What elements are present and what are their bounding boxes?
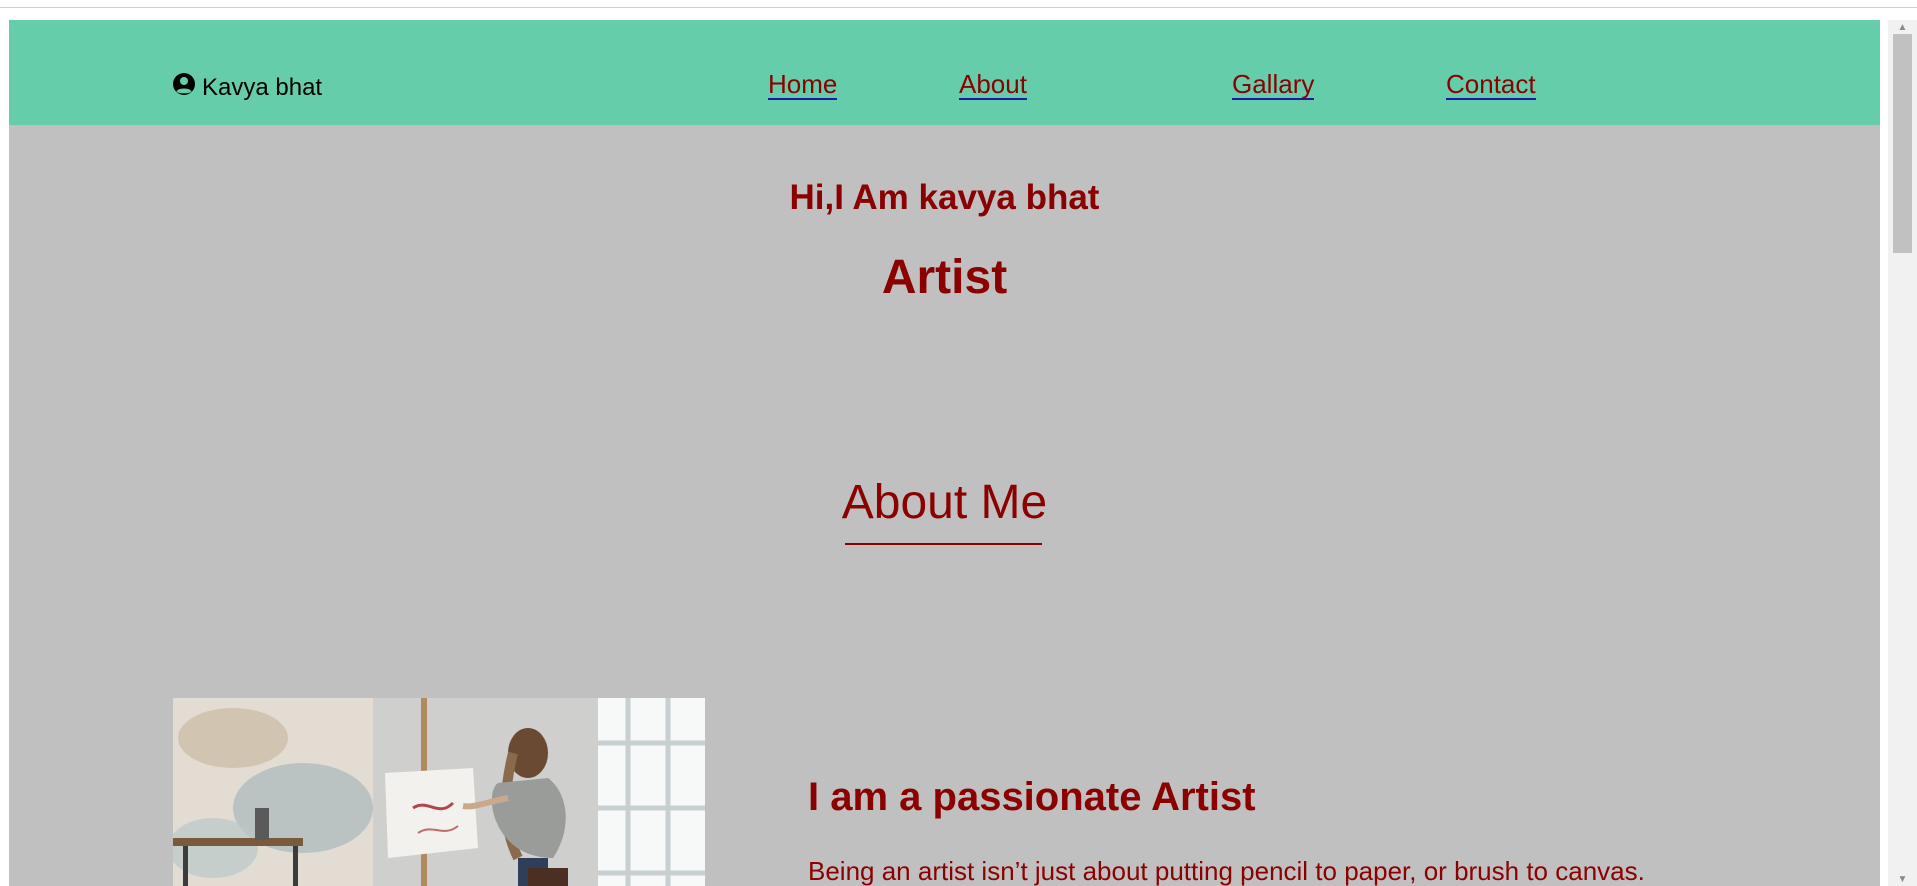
page-scrollbar[interactable]: ▲ ▼ — [1888, 20, 1917, 886]
scrollbar-thumb[interactable] — [1893, 34, 1912, 253]
hero-role: Artist — [881, 251, 1008, 304]
about-section-title: About Me — [841, 476, 1048, 529]
hero-greeting: Hi,I Am kavya bhat — [789, 178, 1100, 217]
user-circle-icon — [172, 72, 196, 103]
nav-link-home[interactable]: Home — [768, 70, 838, 100]
about-paragraph: Being an artist isn’t just about putting… — [808, 856, 1645, 886]
scroll-down-arrow-icon[interactable]: ▼ — [1888, 872, 1917, 886]
about-title-underline — [845, 543, 1042, 545]
brand[interactable]: Kavya bhat — [172, 72, 322, 103]
artist-painting-photo — [173, 698, 705, 886]
nav-link-contact[interactable]: Contact — [1446, 70, 1536, 100]
nav-link-about[interactable]: About — [959, 70, 1027, 100]
browser-top-edge — [0, 0, 1917, 8]
nav-link-gallary[interactable]: Gallary — [1232, 70, 1315, 100]
about-heading: I am a passionate Artist — [808, 775, 1256, 819]
page: Kavya bhat Home About Gallary Contact Hi… — [9, 20, 1880, 886]
brand-name: Kavya bhat — [202, 73, 323, 101]
navbar: Kavya bhat Home About Gallary Contact — [9, 20, 1880, 125]
scroll-up-arrow-icon[interactable]: ▲ — [1888, 20, 1917, 34]
